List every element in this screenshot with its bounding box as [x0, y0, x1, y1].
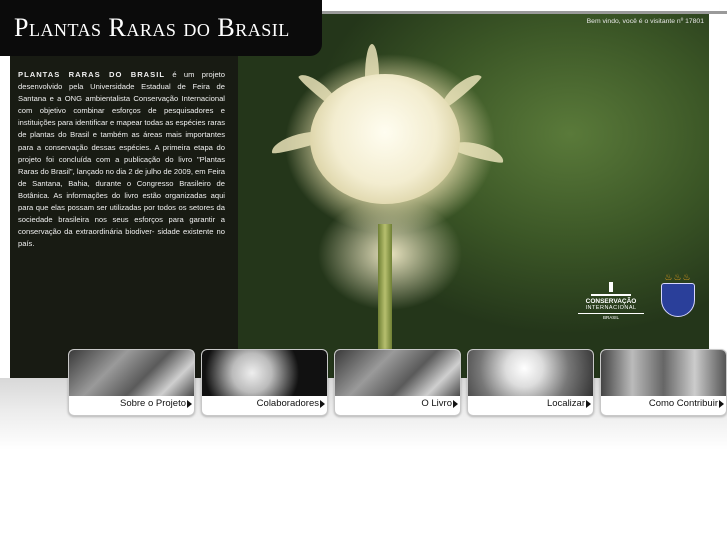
flower-image: [310, 74, 460, 204]
nav-localizar[interactable]: Localizar: [467, 349, 594, 416]
flames-icon: ♨♨♨: [664, 272, 692, 282]
site-logo[interactable]: Plantas Raras do Brasil: [0, 0, 322, 56]
arrow-right-icon: [719, 400, 724, 408]
nav-thumbnail: [202, 350, 327, 396]
about-lead: PLANTAS RARAS DO BRASIL: [18, 70, 165, 79]
about-panel: PLANTAS RARAS DO BRASIL é um projeto des…: [10, 56, 238, 378]
visitor-counter: Bem vindo, você é o visitante nº 17801: [586, 18, 704, 25]
nav-thumbnail: [69, 350, 194, 396]
nav-como-contribuir[interactable]: Como Contribuir: [600, 349, 727, 416]
about-body: é um projeto desenvolvido pela Universid…: [18, 70, 226, 249]
nav-label: Sobre o Projeto: [119, 398, 186, 409]
ci-line1: CONSERVAÇÃO: [585, 298, 637, 305]
nav-colaboradores[interactable]: Colaboradores: [201, 349, 328, 416]
nav-sobre-o-projeto[interactable]: Sobre o Projeto: [68, 349, 195, 416]
site-title: Plantas Raras do Brasil: [14, 13, 290, 42]
ci-emblem-icon: [591, 276, 631, 296]
uefs-shield-icon: [661, 283, 695, 317]
nav-thumbnail: [468, 350, 593, 396]
nav-label: Colaboradores: [256, 398, 319, 409]
hero-banner: Bem vindo, você é o visitante nº 17801 P…: [10, 14, 709, 378]
nav-thumbnail: [601, 350, 726, 396]
nav-label: O Livro: [421, 398, 452, 409]
uefs-logo[interactable]: ♨♨♨: [660, 272, 696, 324]
arrow-right-icon: [586, 400, 591, 408]
nav-label: Como Contribuir: [648, 398, 718, 409]
ci-line2: INTERNACIONAL: [585, 305, 637, 311]
nav-o-livro[interactable]: O Livro: [334, 349, 461, 416]
about-text: PLANTAS RARAS DO BRASIL é um projeto des…: [18, 69, 225, 250]
arrow-right-icon: [187, 400, 192, 408]
arrow-right-icon: [453, 400, 458, 408]
nav-label: Localizar: [546, 398, 585, 409]
nav-thumbnail: [335, 350, 460, 396]
conservacao-internacional-logo[interactable]: CONSERVAÇÃO INTERNACIONAL BRASIL: [578, 276, 644, 328]
ci-line3: BRASIL: [578, 313, 644, 320]
arrow-right-icon: [320, 400, 325, 408]
